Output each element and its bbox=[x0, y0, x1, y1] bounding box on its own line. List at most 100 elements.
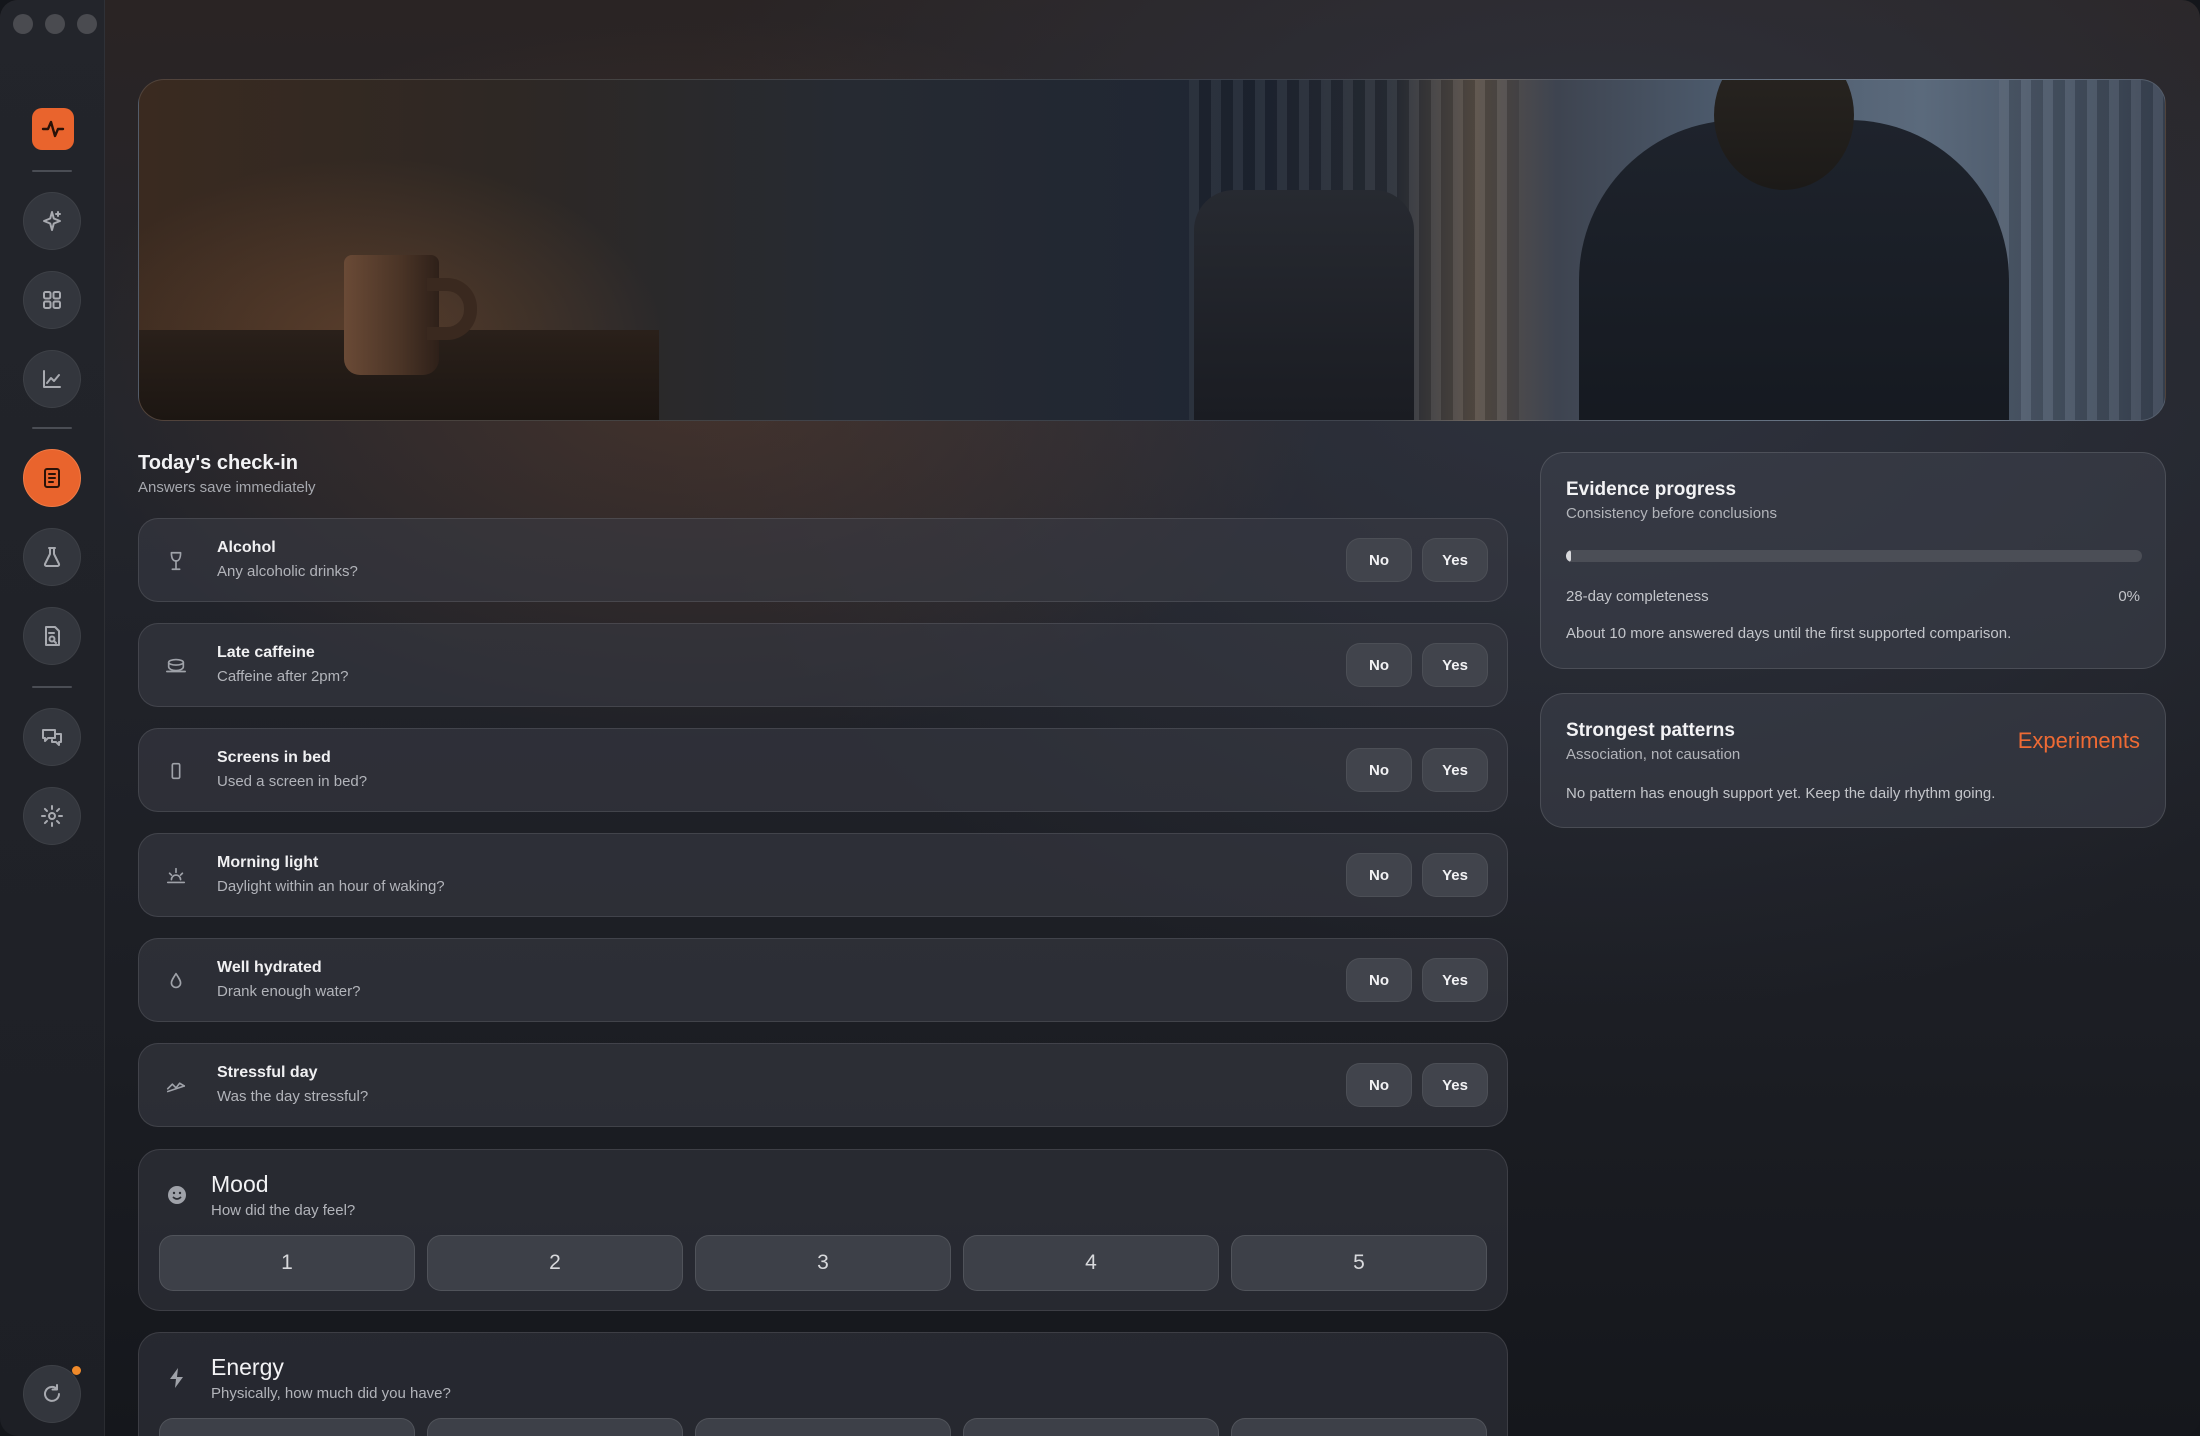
question-card-screens-in-bed: Screens in bed Used a screen in bed? No … bbox=[138, 728, 1508, 812]
mood-title: Mood bbox=[211, 1171, 269, 1197]
energy-option-1[interactable] bbox=[159, 1418, 415, 1436]
sidebar-item-trends[interactable] bbox=[23, 350, 81, 408]
no-button[interactable]: No bbox=[1346, 958, 1412, 1002]
report-icon bbox=[45, 626, 60, 646]
mood-card: Mood How did the day feel? 1 2 3 4 5 bbox=[138, 1149, 1508, 1311]
question-card-well-hydrated: Well hydrated Drank enough water? No Yes bbox=[138, 938, 1508, 1022]
question-title: Well hydrated bbox=[217, 959, 322, 976]
smiley-icon bbox=[165, 1183, 189, 1207]
evidence-progress-card: Evidence progress Consistency before con… bbox=[1540, 452, 2166, 669]
energy-option-4[interactable] bbox=[963, 1418, 1219, 1436]
question-title: Late caffeine bbox=[217, 644, 315, 661]
question-subtitle: Caffeine after 2pm? bbox=[217, 668, 349, 685]
sidebar-divider bbox=[32, 170, 72, 172]
no-button[interactable]: No bbox=[1346, 643, 1412, 687]
close-window-button[interactable] bbox=[13, 14, 33, 34]
question-subtitle: Drank enough water? bbox=[217, 983, 361, 1000]
evidence-note: About 10 more answered days until the fi… bbox=[1566, 625, 2012, 642]
chat-icon bbox=[42, 729, 62, 746]
question-card-stressful-day: Stressful day Was the day stressful? No … bbox=[138, 1043, 1508, 1127]
question-card-alcohol: Alcohol Any alcoholic drinks? No Yes bbox=[138, 518, 1508, 602]
sync-button[interactable] bbox=[23, 1365, 81, 1423]
wine-glass-icon bbox=[165, 550, 187, 572]
sidebar bbox=[0, 0, 105, 1436]
question-title: Stressful day bbox=[217, 1064, 318, 1081]
checkin-title: Today's check-in bbox=[138, 452, 298, 474]
no-button[interactable]: No bbox=[1346, 538, 1412, 582]
mood-option-3[interactable]: 3 bbox=[695, 1235, 951, 1291]
strongest-patterns-card: Strongest patterns Association, not caus… bbox=[1540, 693, 2166, 828]
mood-option-4[interactable]: 4 bbox=[963, 1235, 1219, 1291]
yes-button[interactable]: Yes bbox=[1422, 643, 1488, 687]
sidebar-divider bbox=[32, 427, 72, 429]
experiments-link[interactable]: Experiments bbox=[2018, 728, 2140, 754]
question-title: Screens in bed bbox=[217, 749, 331, 766]
no-button[interactable]: No bbox=[1346, 1063, 1412, 1107]
no-button[interactable]: No bbox=[1346, 853, 1412, 897]
question-subtitle: Used a screen in bed? bbox=[217, 773, 368, 790]
no-button[interactable]: No bbox=[1346, 748, 1412, 792]
wave-icon bbox=[165, 1075, 187, 1097]
water-drop-icon bbox=[165, 970, 187, 992]
notification-dot bbox=[72, 1366, 81, 1375]
sidebar-item-settings[interactable] bbox=[23, 787, 81, 845]
progress-bar bbox=[1566, 550, 2142, 562]
mood-subtitle: How did the day feel? bbox=[211, 1202, 356, 1219]
hero-image bbox=[138, 79, 2166, 421]
progress-label: 28-day completeness bbox=[1566, 588, 1709, 605]
question-card-late-caffeine: Late caffeine Caffeine after 2pm? No Yes bbox=[138, 623, 1508, 707]
sidebar-divider bbox=[32, 686, 72, 688]
zoom-window-button[interactable] bbox=[77, 14, 97, 34]
checkin-header: Today's check-in Answers save immediatel… bbox=[138, 452, 316, 496]
sidebar-item-chat[interactable] bbox=[23, 708, 81, 766]
progress-bar-fill bbox=[1566, 550, 1571, 562]
grid-icon bbox=[43, 291, 61, 309]
minimize-window-button[interactable] bbox=[45, 14, 65, 34]
question-subtitle: Any alcoholic drinks? bbox=[217, 563, 358, 580]
sidebar-item-insights[interactable] bbox=[23, 192, 81, 250]
sidebar-item-journal[interactable] bbox=[23, 449, 81, 507]
lightning-icon bbox=[165, 1366, 189, 1390]
phone-icon bbox=[165, 760, 187, 782]
app-window: Today's check-in Answers save immediatel… bbox=[0, 0, 2200, 1436]
patterns-title: Strongest patterns bbox=[1566, 720, 1735, 741]
flask-icon bbox=[43, 547, 61, 567]
question-title: Morning light bbox=[217, 854, 319, 871]
evidence-subtitle: Consistency before conclusions bbox=[1566, 505, 1777, 522]
window-controls bbox=[13, 14, 97, 34]
question-subtitle: Daylight within an hour of waking? bbox=[217, 878, 445, 895]
patterns-note: No pattern has enough support yet. Keep … bbox=[1566, 785, 1996, 802]
energy-subtitle: Physically, how much did you have? bbox=[211, 1385, 451, 1402]
energy-option-5[interactable] bbox=[1231, 1418, 1487, 1436]
chart-icon bbox=[43, 370, 61, 388]
progress-value: 0% bbox=[2118, 588, 2140, 605]
energy-title: Energy bbox=[211, 1354, 284, 1380]
sidebar-item-experiments[interactable] bbox=[23, 528, 81, 586]
mood-option-1[interactable]: 1 bbox=[159, 1235, 415, 1291]
sidebar-item-reports[interactable] bbox=[23, 607, 81, 665]
mug-illustration bbox=[344, 255, 439, 375]
yes-button[interactable]: Yes bbox=[1422, 748, 1488, 792]
yes-button[interactable]: Yes bbox=[1422, 958, 1488, 1002]
question-title: Alcohol bbox=[217, 539, 276, 556]
mood-option-2[interactable]: 2 bbox=[427, 1235, 683, 1291]
mood-option-5[interactable]: 5 bbox=[1231, 1235, 1487, 1291]
question-subtitle: Was the day stressful? bbox=[217, 1088, 369, 1105]
refresh-icon bbox=[44, 1384, 60, 1402]
chair-illustration bbox=[1194, 190, 1414, 420]
sidebar-item-dashboard[interactable] bbox=[23, 271, 81, 329]
evidence-title: Evidence progress bbox=[1566, 479, 1737, 500]
journal-icon bbox=[44, 468, 60, 488]
pulse-icon[interactable] bbox=[32, 108, 74, 150]
question-card-morning-light: Morning light Daylight within an hour of… bbox=[138, 833, 1508, 917]
yes-button[interactable]: Yes bbox=[1422, 538, 1488, 582]
sunrise-icon bbox=[165, 865, 187, 887]
checkin-subtitle: Answers save immediately bbox=[138, 479, 316, 496]
energy-option-3[interactable] bbox=[695, 1418, 951, 1436]
coffee-cup-icon bbox=[165, 655, 187, 677]
sparkle-icon bbox=[43, 211, 61, 231]
yes-button[interactable]: Yes bbox=[1422, 853, 1488, 897]
yes-button[interactable]: Yes bbox=[1422, 1063, 1488, 1107]
energy-option-2[interactable] bbox=[427, 1418, 683, 1436]
patterns-subtitle: Association, not causation bbox=[1566, 746, 1741, 763]
